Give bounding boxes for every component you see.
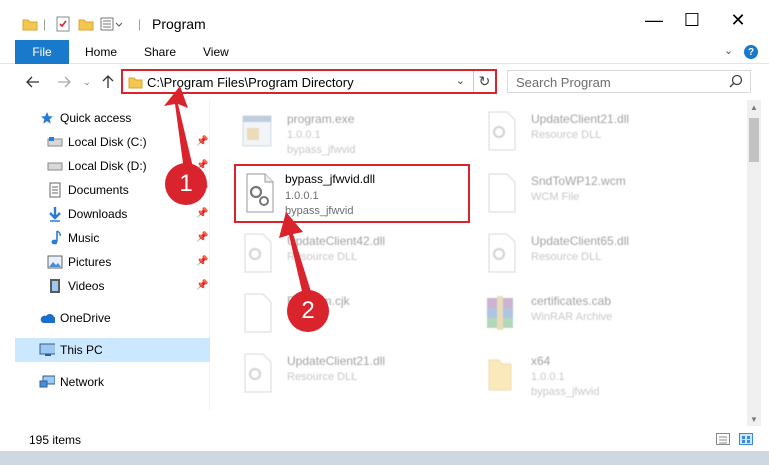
up-button[interactable] [97,71,119,93]
documents-icon [47,182,63,198]
separator-line: | [138,17,142,31]
file-list: program.exe 1.0.0.1 bypass_jfwvid Update… [211,100,747,410]
address-bar[interactable]: C:\Program Files\Program Directory ⌄ ↻ [121,69,497,94]
vertical-scrollbar[interactable]: ▲ ▼ [747,100,761,426]
address-path[interactable]: C:\Program Files\Program Directory [147,75,354,90]
pin-icon: 📌 [196,232,209,243]
separator-line: | [43,17,47,31]
help-icon[interactable]: ? [744,45,758,59]
pictures-icon [47,254,63,270]
file-item-fanform-cjk[interactable]: Fanform.cjk [237,284,477,344]
sidebar-item-network[interactable]: Network [15,370,210,394]
file-item-x64[interactable]: x64 1.0.0.1 bypass_jfwvid [481,344,721,404]
videos-icon [47,278,63,294]
file-item-updateclient21-dll[interactable]: UpdateClient21.dll Resource DLL [237,344,477,404]
details-view-icon[interactable] [716,433,730,445]
sidebar-item-this-pc[interactable]: This PC [15,338,210,362]
file-icon [237,290,281,340]
properties-icon[interactable] [55,14,71,34]
file-item-updateclient65-dll[interactable]: UpdateClient65.dll Resource DLL [481,224,721,284]
computer-icon [39,342,55,358]
folder-icon [128,76,143,92]
sidebar-item-quick-access[interactable]: Quick access [15,106,210,130]
status-bar: 195 items [0,427,769,451]
new-folder-icon[interactable] [78,14,94,34]
pin-icon: 📌 [196,256,209,267]
file-item-sndtowp12-wcm[interactable]: SndToWP12.wcm WCM File [481,164,721,224]
tab-home[interactable]: Home [85,40,117,64]
sidebar-item-music[interactable]: Music 📌 [15,226,210,250]
search-icon[interactable] [729,74,743,91]
download-icon [47,206,63,222]
window-title: Program [152,16,206,32]
search-input[interactable]: Search Program [516,75,611,90]
folder-icon [481,350,525,400]
file-item-updateclient21-dll[interactable]: UpdateClient21.dll Resource DLL [481,102,721,162]
ribbon-tabs: File Home Share View ⌄ ? [0,40,769,64]
search-box[interactable]: Search Program [507,70,751,93]
music-icon [47,230,63,246]
navigation-pane: Quick access Local Disk (C:) 📌 Local Dis… [15,100,210,410]
expand-ribbon-icon[interactable]: ⌄ [724,44,733,57]
close-button[interactable]: ✕ [715,0,761,40]
tab-file[interactable]: File [15,40,69,64]
refresh-icon[interactable]: ↻ [473,71,495,92]
scrollbar-thumb[interactable] [749,118,759,162]
step-badge-1: 1 [165,163,207,205]
window-bottom-edge [0,451,769,465]
tab-share[interactable]: Share [144,40,176,64]
title-bar: | | Program — ☐ ✕ [0,0,769,40]
file-item-certificates-cab[interactable]: certificates.cab WinRAR Archive [481,284,721,344]
sidebar-item-downloads[interactable]: Downloads 📌 [15,202,210,226]
tab-view[interactable]: View [203,40,229,64]
navigation-bar: ⌄ C:\Program Files\Program Directory ⌄ ↻… [0,65,769,99]
scroll-down-icon[interactable]: ▼ [747,412,761,426]
forward-button[interactable] [53,71,75,93]
maximize-button[interactable]: ☐ [669,0,715,40]
sidebar-item-pictures[interactable]: Pictures 📌 [15,250,210,274]
large-icons-view-icon[interactable] [739,433,753,445]
file-icon [481,170,525,220]
customize-quick-access-icon[interactable] [100,14,124,34]
sidebar-item-local-disk-c[interactable]: Local Disk (C:) 📌 [15,130,210,154]
sidebar-item-videos[interactable]: Videos 📌 [15,274,210,298]
dll-file-icon [481,230,525,280]
cloud-icon [39,310,55,326]
step-badge-2: 2 [287,290,329,332]
file-item-updateclient42-dll[interactable]: UpdateClient42.dll Resource DLL [237,224,477,284]
pin-icon: 📌 [196,280,209,291]
drive-icon [47,158,63,174]
chevron-down-icon[interactable]: ⌄ [456,74,465,87]
star-icon [39,110,55,126]
recent-locations-icon[interactable]: ⌄ [76,71,98,93]
archive-icon [481,290,525,340]
file-item-bypass-jfwvid-dll[interactable]: bypass_jfwvid.dll 1.0.0.1 bypass_jfwvid [234,164,470,223]
network-icon [39,374,55,390]
dll-file-icon [481,108,525,158]
item-count: 195 items [29,433,82,447]
scroll-up-icon[interactable]: ▲ [747,100,761,114]
back-button[interactable] [22,71,44,93]
pin-icon: 📌 [196,208,209,219]
file-item-program-exe[interactable]: program.exe 1.0.0.1 bypass_jfwvid [237,102,477,162]
dll-file-icon [237,230,281,280]
sidebar-item-onedrive[interactable]: OneDrive [15,306,210,330]
dll-file-icon [239,170,283,220]
pin-icon: 📌 [196,136,209,147]
drive-icon [47,134,63,150]
dll-file-icon [237,350,281,400]
folder-icon[interactable] [22,14,38,34]
exe-icon [237,108,281,158]
